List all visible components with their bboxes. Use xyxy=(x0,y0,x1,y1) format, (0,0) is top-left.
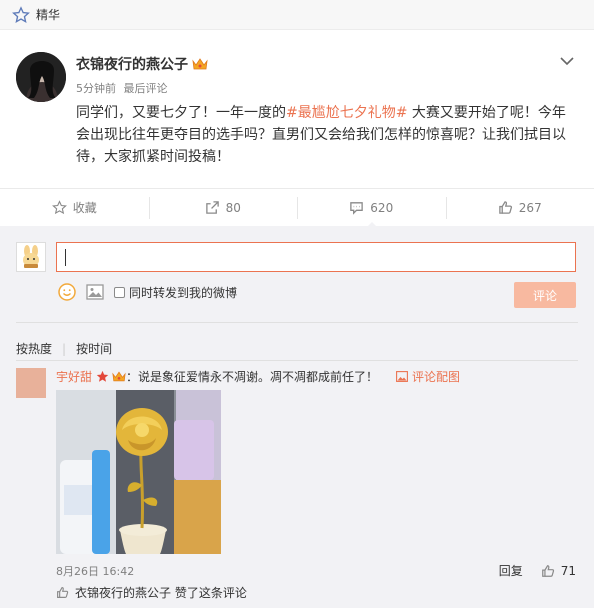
favorite-label: 收藏 xyxy=(72,201,97,215)
divider xyxy=(16,360,578,361)
comment-input[interactable] xyxy=(56,242,576,272)
thumbs-up-icon xyxy=(499,201,512,214)
repost-checkbox[interactable] xyxy=(114,286,125,298)
post-meta: 5分钟前 最后评论 xyxy=(76,80,578,96)
emoji-icon[interactable] xyxy=(58,283,76,301)
star-outline-icon[interactable] xyxy=(12,5,30,24)
comment-photo[interactable] xyxy=(56,390,221,554)
comment-section: 同时转发到我的微博 评论 按热度 | 按时间 宇好甜 ：说是象征爱情永不凋谢。凋… xyxy=(0,226,594,608)
liked-by-note: 衣锦夜行的燕公子 赞了这条评论 xyxy=(56,584,247,601)
submit-comment-button[interactable]: 评论 xyxy=(514,282,576,308)
post-context: 最后评论 xyxy=(123,82,168,95)
chevron-down-icon[interactable] xyxy=(560,56,574,66)
thumbs-up-icon xyxy=(541,564,554,577)
post-text: 同学们，又要七夕了！一年一度的#最尴尬七夕礼物# 大赛又要开始了呢！今年会出现比… xyxy=(76,102,574,168)
commenter-name[interactable]: 宇好甜 xyxy=(56,368,92,385)
divider xyxy=(16,322,578,323)
sort-options: 按热度 | 按时间 xyxy=(16,340,112,357)
comment-line: 宇好甜 ：说是象征爱情永不凋谢。凋不凋都成前任了！ 评论配图 xyxy=(56,368,460,385)
commenter-avatar[interactable] xyxy=(16,368,46,398)
image-icon xyxy=(396,371,408,382)
topic-link[interactable]: #最尴尬七夕礼物# xyxy=(286,105,407,121)
comment-count: 620 xyxy=(370,200,394,215)
comment-image-link[interactable]: 评论配图 xyxy=(396,368,460,385)
image-icon[interactable] xyxy=(86,284,104,300)
repost-button[interactable]: 80 xyxy=(148,196,298,219)
sort-by-time[interactable]: 按时间 xyxy=(76,340,112,357)
thumbs-up-icon xyxy=(57,587,69,598)
liked-by-text: 衣锦夜行的燕公子 赞了这条评论 xyxy=(75,586,247,600)
weibo-post: 衣锦夜行的燕公子 5分钟前 最后评论 同学们，又要七夕了！一年一度的#最尴尬七夕… xyxy=(0,30,594,168)
like-button[interactable]: 267 xyxy=(445,196,594,219)
comment-icon xyxy=(350,202,364,215)
author-avatar[interactable] xyxy=(16,52,66,102)
essence-label: 精华 xyxy=(36,8,61,22)
post-time[interactable]: 5分钟前 xyxy=(76,82,116,95)
sort-divider: | xyxy=(62,341,67,356)
my-avatar[interactable] xyxy=(16,242,46,272)
comment-footer: 8月26日 16:42 回复 71 xyxy=(56,562,576,579)
red-star-badge-icon[interactable] xyxy=(96,370,109,383)
repost-icon xyxy=(205,201,219,214)
repost-count: 80 xyxy=(225,200,241,215)
favorite-button[interactable]: 收藏 xyxy=(0,198,149,218)
vip-crown-icon[interactable] xyxy=(112,370,126,383)
comment-like-button[interactable]: 71 xyxy=(541,564,576,578)
comment-button[interactable]: 620 xyxy=(297,196,446,229)
post-author-name[interactable]: 衣锦夜行的燕公子 xyxy=(76,54,188,74)
reply-button[interactable]: 回复 xyxy=(499,562,523,579)
sort-by-hot[interactable]: 按热度 xyxy=(16,340,52,357)
star-outline-icon xyxy=(51,200,67,215)
comment-like-count: 71 xyxy=(560,563,576,578)
like-count: 267 xyxy=(518,200,542,215)
comment-date: 8月26日 16:42 xyxy=(56,564,135,578)
text-caret xyxy=(65,249,66,266)
vip-crown-icon[interactable] xyxy=(192,57,208,71)
comment-image-link-label: 评论配图 xyxy=(412,370,461,384)
post-actions: 收藏 80 620 267 xyxy=(0,188,594,229)
top-bar: 精华 xyxy=(0,0,594,30)
comment-text: ：说是象征爱情永不凋谢。凋不凋都成前任了！ xyxy=(126,370,379,384)
repost-checkbox-label[interactable]: 同时转发到我的微博 xyxy=(129,284,237,301)
post-text-start: 同学们，又要七夕了！一年一度的 xyxy=(76,105,286,121)
composer-tools: 同时转发到我的微博 xyxy=(58,282,237,302)
